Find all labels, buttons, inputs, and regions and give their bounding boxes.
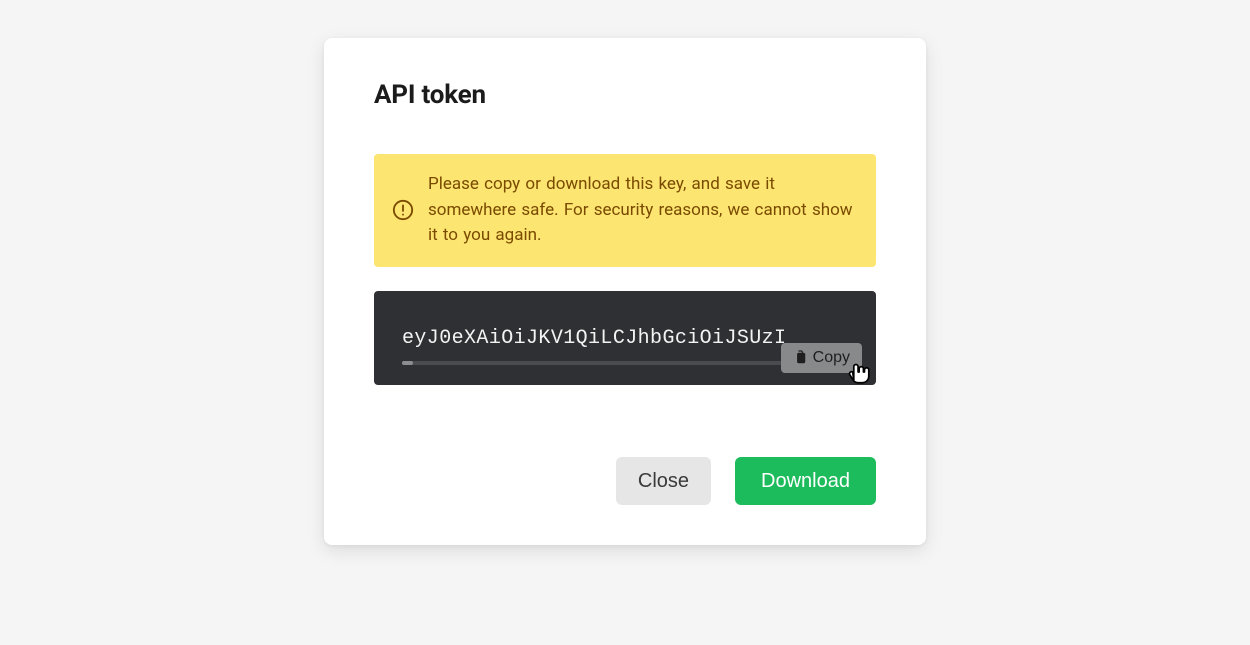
dialog-actions: Close Download [374,457,876,505]
warning-text: Please copy or download this key, and sa… [428,172,854,249]
api-token-dialog: API token Please copy or download this k… [324,38,926,545]
download-button[interactable]: Download [735,457,876,505]
copy-button[interactable]: Copy [781,343,862,373]
token-display: eyJ0eXAiOiJKV1QiLCJhbGciOiJSUzI Copy [374,291,876,385]
clipboard-icon [793,350,807,366]
warning-icon [392,199,414,221]
scrollbar-thumb[interactable] [402,361,413,365]
page-background: API token Please copy or download this k… [0,0,1250,645]
token-value: eyJ0eXAiOiJKV1QiLCJhbGciOiJSUzI [402,327,786,350]
close-button[interactable]: Close [616,457,711,505]
copy-button-label: Copy [813,349,850,367]
warning-banner: Please copy or download this key, and sa… [374,154,876,267]
dialog-title: API token [374,80,876,110]
